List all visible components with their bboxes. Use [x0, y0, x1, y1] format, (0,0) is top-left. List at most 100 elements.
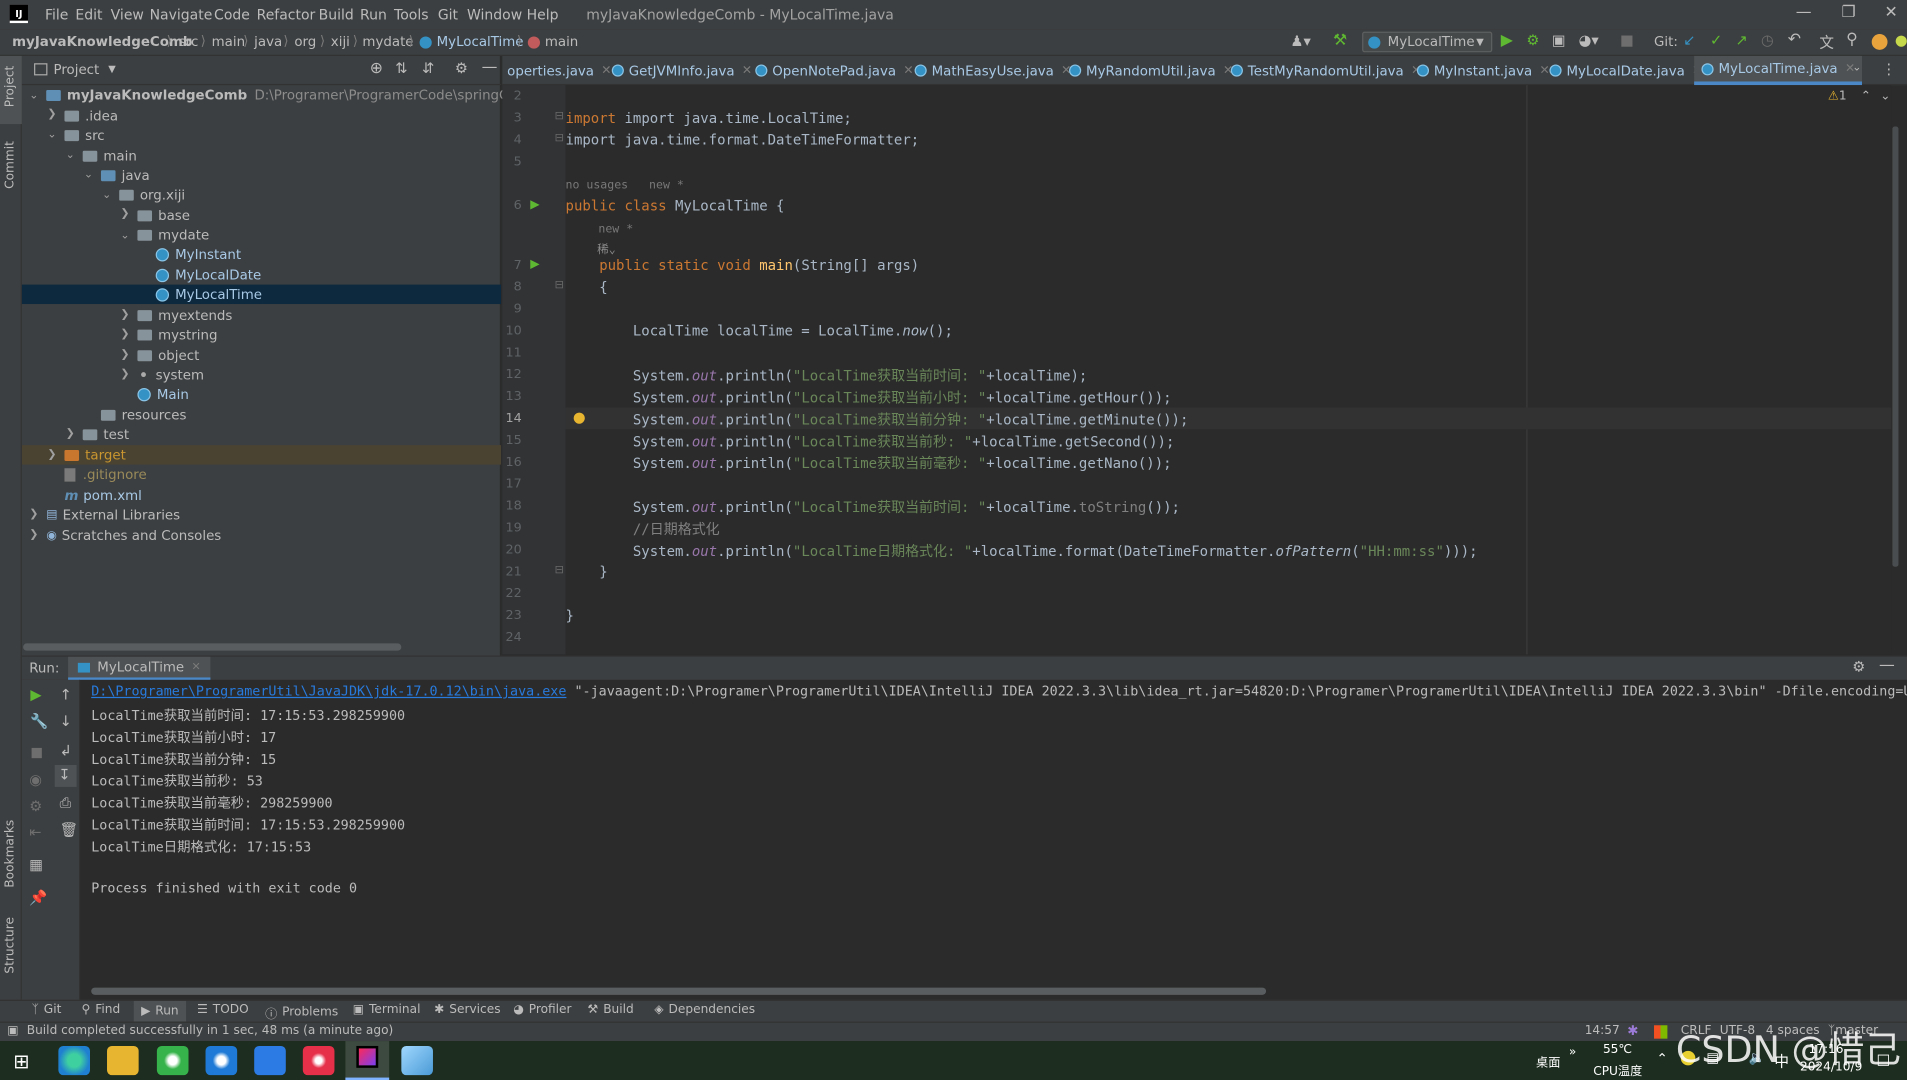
tab-properties[interactable]: operties.java ✕	[507, 56, 611, 85]
gear-icon[interactable]: ⚙	[455, 60, 468, 77]
menu-file[interactable]: File	[45, 6, 68, 23]
tab-mylocaltime[interactable]: MyLocalTime.java ✕	[1694, 55, 1863, 86]
chevron-right-icon[interactable]: »	[1569, 1046, 1576, 1059]
minimize-icon[interactable]: —	[1785, 4, 1821, 26]
structure-tool-label[interactable]: Structure	[4, 917, 17, 974]
java-exe-link[interactable]: D:\Programer\ProgramerUtil\JavaJDK\jdk-1…	[91, 684, 566, 700]
hide-panel-icon[interactable]: —	[1879, 657, 1895, 675]
chevron-right-icon[interactable]: ❯	[120, 369, 129, 381]
debug-icon[interactable]: ⚙	[1526, 32, 1539, 49]
tree-item-pom[interactable]: m pom.xml	[64, 485, 141, 504]
tool-services[interactable]: ✱ Services	[434, 1003, 500, 1016]
locate-icon[interactable]: ⊕	[370, 60, 383, 78]
tree-item-mylocaltime[interactable]: MyLocalTime	[155, 285, 262, 304]
close-icon[interactable]: ✕	[191, 661, 200, 673]
tree-item-target[interactable]: target	[64, 445, 126, 464]
menu-edit[interactable]: Edit	[75, 6, 102, 23]
project-tool-button[interactable]: Project	[0, 55, 22, 125]
menu-code[interactable]: Code	[214, 6, 250, 23]
close-icon[interactable]: ✕	[903, 64, 913, 77]
tab-myrandomutil[interactable]: MyRandomUtil.java ✕	[1069, 56, 1233, 85]
tree-item-myextends[interactable]: myextends	[137, 305, 232, 324]
chevron-right-icon[interactable]: ❯	[47, 108, 56, 120]
coverage-icon[interactable]: ▣	[1552, 32, 1566, 49]
tree-item-src[interactable]: src	[64, 125, 105, 144]
tree-item-base[interactable]: base	[137, 206, 190, 225]
menu-tools[interactable]: Tools	[394, 6, 428, 23]
profile-icon[interactable]: ◕▾	[1579, 32, 1599, 49]
restore-icon[interactable]: ❐	[1830, 4, 1866, 26]
git-update-icon[interactable]: ↙	[1683, 32, 1695, 49]
desktop-label[interactable]: 桌面	[1536, 1052, 1560, 1070]
status-icon[interactable]: ▣	[7, 1024, 18, 1037]
edge-browser-icon[interactable]	[58, 1045, 90, 1076]
tab-myinstant[interactable]: MyInstant.java ✕	[1416, 56, 1550, 85]
tab-mylocaldate[interactable]: MyLocalDate.java✕	[1549, 56, 1702, 85]
plugin-icon[interactable]: ●	[1895, 32, 1907, 49]
chevron-right-icon[interactable]: ❯	[29, 508, 38, 520]
chevron-down-icon[interactable]: ▼	[108, 63, 115, 74]
pin-icon[interactable]: 📌	[29, 889, 47, 906]
collapse-all-icon[interactable]: ⇵	[422, 60, 434, 77]
run-config-select[interactable]: MyLocalTime ▼	[1362, 31, 1493, 53]
intellij-taskbar-button[interactable]	[345, 1041, 390, 1080]
chevron-down-icon[interactable]: ⌄	[102, 190, 111, 202]
breadcrumb-class[interactable]: MyLocalTime	[437, 34, 524, 50]
bookmarks-tool-label[interactable]: Bookmarks	[4, 820, 17, 888]
tree-item-mylocaldate[interactable]: MyLocalDate	[155, 265, 261, 284]
status-message[interactable]: Build completed successfully in 1 sec, 4…	[27, 1024, 394, 1037]
editor-scrollbar[interactable]	[1892, 126, 1899, 567]
ai-icon[interactable]: ✱	[1627, 1023, 1638, 1039]
menu-refactor[interactable]: Refactor	[257, 6, 316, 23]
tree-item-object[interactable]: object	[137, 345, 199, 364]
tool-build[interactable]: ⚒ Build	[587, 1003, 633, 1016]
tree-item-external-libraries[interactable]: ▤ External Libraries	[46, 505, 180, 524]
fold-icon[interactable]: ⊟	[555, 111, 564, 123]
chevron-right-icon[interactable]: ❯	[66, 428, 75, 440]
chevron-up-icon[interactable]: ⌃	[1656, 1051, 1667, 1067]
debug-icon[interactable]: ⚙	[29, 798, 42, 815]
chevron-right-icon[interactable]: ❯	[120, 309, 129, 321]
tab-matheasyuse[interactable]: MathEasyUse.java ✕	[914, 56, 1071, 85]
close-icon[interactable]: ✕	[601, 64, 611, 77]
chevron-down-icon[interactable]: ⌄	[66, 150, 75, 162]
scroll-to-end-button[interactable]: ↧	[54, 765, 77, 787]
stop-icon[interactable]: ■	[1620, 32, 1634, 49]
tree-item-system[interactable]: system	[137, 365, 204, 384]
tool-git[interactable]: ᛉ Git	[32, 1003, 62, 1016]
fold-icon[interactable]: ⊟	[555, 564, 564, 576]
rerun-icon[interactable]: ▶	[30, 686, 41, 703]
file-explorer-icon[interactable]	[107, 1045, 139, 1076]
menu-view[interactable]: View	[111, 6, 144, 23]
green-app-icon[interactable]	[156, 1045, 189, 1076]
run-tab[interactable]: MyLocalTime ✕	[68, 656, 211, 680]
trash-icon[interactable]: 🗑	[60, 821, 79, 838]
user-icon[interactable]: ♟▾	[1290, 33, 1310, 50]
run-gutter-icon[interactable]: ▶	[530, 198, 539, 211]
tool-dependencies[interactable]: ◈ Dependencies	[654, 1003, 755, 1016]
chevron-down-icon[interactable]: ⌄	[29, 90, 38, 102]
camera-icon[interactable]: ◉	[29, 771, 42, 788]
build-hammer-icon[interactable]: ⚒	[1333, 32, 1347, 50]
breadcrumb-src[interactable]: src	[179, 34, 199, 50]
tree-item-gitignore[interactable]: .gitignore	[64, 465, 147, 484]
tree-item-mydate[interactable]: mydate	[137, 225, 209, 244]
search-icon[interactable]: ⚲	[1846, 30, 1858, 48]
exit-icon[interactable]: ⇤	[29, 823, 41, 840]
tab-getjvminfo[interactable]: GetJVMInfo.java ✕	[611, 56, 752, 85]
blue-app-icon[interactable]	[254, 1045, 286, 1076]
tab-testmyrandomutil[interactable]: TestMyRandomUtil.java✕	[1230, 56, 1421, 85]
console-output[interactable]	[80, 679, 1907, 1000]
breadcrumb-xiji[interactable]: xiji	[331, 34, 350, 50]
chevron-down-icon[interactable]: ⌄	[120, 230, 129, 242]
chevron-down-icon[interactable]: ⌄	[47, 129, 56, 141]
tool-todo[interactable]: ☰ TODO	[197, 1003, 249, 1016]
tool-run[interactable]: ▶ Run	[133, 1000, 186, 1022]
soft-wrap-icon[interactable]: ↲	[60, 742, 72, 759]
menu-run[interactable]: Run	[360, 6, 387, 23]
arrow-up-icon[interactable]: ↑	[60, 686, 72, 703]
chevron-down-icon[interactable]: ⌄	[1852, 62, 1861, 74]
ie-browser-icon[interactable]	[205, 1045, 238, 1076]
project-scrollbar[interactable]	[23, 643, 402, 651]
hide-panel-icon[interactable]: —	[482, 58, 498, 76]
